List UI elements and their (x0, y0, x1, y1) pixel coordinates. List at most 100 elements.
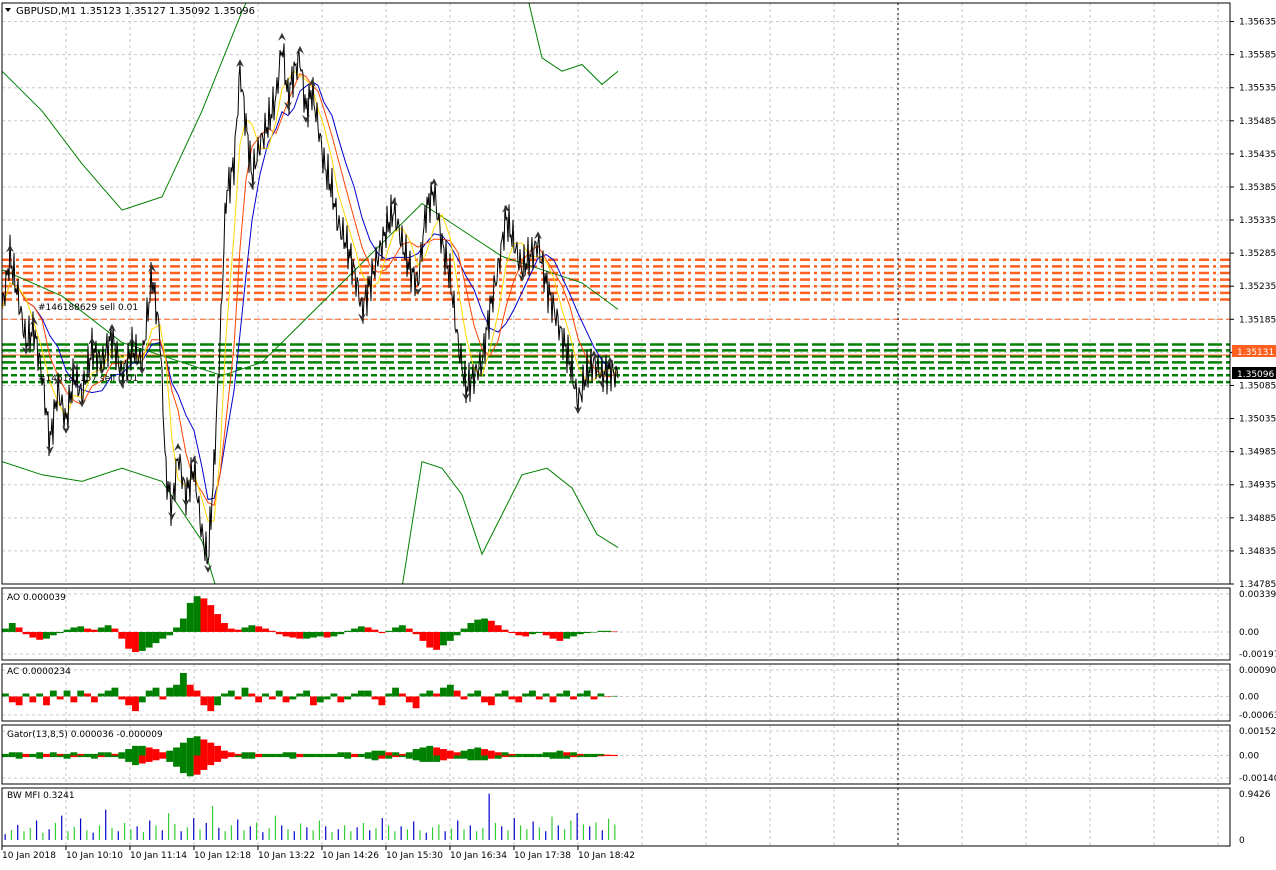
ao-bar (419, 631, 427, 641)
gator-upper-bar (529, 753, 536, 756)
ac-bar (563, 690, 571, 697)
y-tick-label: 1.34985 (1239, 448, 1276, 458)
ao-bar (84, 628, 91, 632)
ao-bar (385, 630, 393, 632)
ao-bar (138, 631, 146, 651)
ac-bar (77, 690, 85, 697)
gator-upper-bar (467, 749, 475, 756)
ao-bar (371, 629, 379, 632)
ao-bar (583, 631, 591, 634)
gator-upper-bar (385, 752, 393, 756)
gator-lower-bar (529, 755, 536, 758)
gator-upper-bar (56, 753, 64, 756)
gator-lower-bar (501, 755, 509, 758)
gator-lower-bar (371, 755, 379, 761)
ac-bar (2, 693, 9, 697)
chart-window[interactable]: 1.35635 1.35585 1.35535 1.35485 1.35435 1.353… (0, 0, 1276, 866)
x-tick-label: 10 Jan 16:34 (450, 851, 507, 861)
gator-upper-bar (145, 747, 153, 756)
gator-lower-bar (90, 755, 98, 759)
gator-upper-bar (97, 752, 105, 756)
gator-upper-bar (159, 752, 167, 756)
mfi-y-tick-label: 0 (1239, 836, 1245, 846)
gator-lower-bar (97, 755, 105, 758)
gator-lower-bar (611, 755, 618, 757)
y-tick-label: 1.34885 (1239, 514, 1276, 524)
ao-bar (542, 631, 550, 636)
gator-lower-bar (296, 755, 304, 758)
gator-upper-bar (22, 753, 30, 756)
ao-bar (22, 631, 30, 635)
ao-bar (570, 631, 577, 637)
gator-lower-bar (357, 755, 365, 758)
ao-bar (398, 625, 406, 632)
ao-bar (111, 628, 119, 632)
gator-lower-bar (200, 755, 208, 770)
ac-y-tick-label: -0.000632 (1239, 711, 1276, 721)
gator-upper-bar (542, 752, 550, 756)
ac-bar (90, 696, 98, 703)
mfi-title: BW MFI 0.3241 (7, 791, 75, 801)
gator-upper-bar (501, 752, 509, 756)
gator-upper-bar (583, 753, 591, 756)
ac-bar (529, 690, 536, 697)
gator-upper-bar (344, 752, 352, 756)
ao-y-tick-label: -0.001974 (1239, 650, 1276, 660)
x-tick-label: 10 Jan 15:30 (386, 851, 443, 861)
gator-upper-bar (426, 745, 434, 756)
ao-title: AO 0.000039 (7, 593, 66, 603)
ac-bar (43, 696, 50, 706)
ao-bar (90, 629, 98, 632)
bid-price-box: 1.35096 (1232, 367, 1276, 380)
ao-bar (56, 631, 64, 634)
ao-bar (412, 631, 420, 635)
ac-bar (583, 690, 591, 697)
gator-upper-bar (357, 753, 365, 756)
gator-lower-bar (576, 755, 584, 758)
ao-bar (337, 631, 345, 635)
gator-upper-bar (214, 745, 222, 756)
ao-bar (392, 627, 399, 632)
ac-bar (371, 696, 379, 700)
gator-lower-bar (351, 755, 358, 758)
ao-bar (152, 631, 160, 644)
ac-bar (56, 696, 64, 700)
ao-bar (282, 631, 290, 637)
ao-bar (207, 605, 215, 632)
background (0, 0, 1276, 866)
gator-lower-bar (535, 755, 543, 758)
order-label[interactable]: #146188629 sell 0.01 (38, 303, 138, 313)
order-label[interactable]: #146187157 sell 0.01 (38, 374, 138, 384)
ao-bar (460, 628, 468, 632)
gator-y-tick-label: -0.001405 (1239, 774, 1276, 784)
ac-bar (508, 696, 516, 700)
ao-bar (535, 631, 543, 634)
ao-bar (563, 631, 571, 639)
gator-upper-bar (604, 754, 612, 756)
ac-bar (145, 690, 153, 697)
ao-bar (70, 627, 78, 632)
ac-bar (440, 687, 447, 697)
gator-upper-bar (234, 753, 242, 756)
gator-upper-bar (323, 753, 331, 756)
gator-upper-bar (515, 753, 523, 756)
gator-upper-bar (316, 753, 324, 756)
gator-lower-bar (207, 755, 215, 766)
ao-bar (351, 628, 358, 632)
gator-upper-bar (597, 753, 605, 756)
gator-upper-bar (49, 752, 57, 756)
ask-price-label: 1.35131 (1237, 348, 1274, 358)
y-tick-label: 1.34935 (1239, 481, 1276, 491)
x-tick-label: 10 Jan 14:26 (322, 851, 379, 861)
ac-bar (385, 693, 393, 697)
gator-y-tick-label: 0.001529 (1239, 727, 1276, 737)
ac-bar (8, 696, 16, 703)
gator-lower-bar (221, 755, 228, 759)
gator-upper-bar (296, 753, 304, 756)
x-tick-label: 10 Jan 10:10 (66, 851, 123, 861)
gator-lower-bar (125, 755, 133, 762)
ac-bar (542, 693, 550, 697)
chart-canvas[interactable]: 1.35635 1.35585 1.35535 1.35485 1.35435 1.353… (0, 0, 1276, 866)
gator-lower-bar (234, 755, 242, 758)
gator-lower-bar (337, 755, 345, 758)
